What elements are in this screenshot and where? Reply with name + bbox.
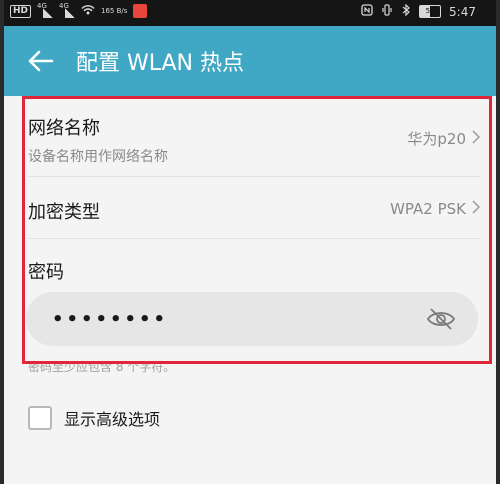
password-value: •••••••• [52, 308, 169, 330]
status-right: 50 5:47 [361, 3, 476, 19]
status-bar: HD 4G 4G 165 B/s 50 5:47 [4, 0, 496, 26]
phone-screen: HD 4G 4G 165 B/s 50 5:47 配置 WLAN 热点 网络名称… [4, 0, 496, 484]
network-speed: 165 B/s [101, 7, 128, 15]
page-title: 配置 WLAN 热点 [76, 51, 245, 76]
signal-icon: 4G [37, 2, 54, 18]
network-name-row[interactable]: 网络名称 设备名称用作网络名称 华为p20 [28, 114, 481, 174]
app-bar: 配置 WLAN 热点 [4, 26, 496, 96]
network-name-subtitle: 设备名称用作网络名称 [28, 149, 168, 165]
status-left: HD 4G 4G 165 B/s [10, 2, 148, 18]
encryption-value: WPA2 PSK [390, 200, 466, 218]
eye-off-icon[interactable] [426, 305, 456, 333]
vibrate-icon [381, 4, 393, 19]
battery-icon: 50 [419, 5, 442, 18]
divider [28, 176, 480, 177]
advanced-options-label: 显示高级选项 [64, 410, 161, 429]
network-name-value-wrap: 华为p20 [407, 128, 481, 149]
clock: 5:47 [449, 4, 476, 19]
advanced-options-row[interactable]: 显示高级选项 [28, 406, 160, 430]
network-name-value: 华为p20 [407, 130, 466, 148]
hotspot-icon [81, 4, 95, 18]
password-label-row: 密码 [28, 258, 480, 284]
hd-badge: HD [10, 4, 32, 18]
settings-content: 网络名称 设备名称用作网络名称 华为p20 加密类型 WPA2 PSK 密码 •… [4, 96, 496, 484]
signal-icon-2: 4G [59, 2, 76, 18]
divider [28, 238, 480, 239]
advanced-options-checkbox[interactable] [28, 406, 52, 430]
battery-level: 50 [425, 7, 435, 15]
chevron-right-icon [472, 200, 481, 218]
bluetooth-icon [401, 3, 411, 19]
encryption-row[interactable]: 加密类型 WPA2 PSK [28, 198, 481, 228]
password-hint: 密码至少应包含 8 个字符。 [28, 360, 176, 374]
password-input[interactable]: •••••••• [26, 292, 478, 346]
password-title: 密码 [28, 262, 64, 283]
nfc-icon [361, 4, 373, 19]
chevron-right-icon [472, 129, 481, 148]
notification-icon [133, 4, 148, 18]
back-arrow-icon[interactable] [22, 43, 58, 79]
encryption-value-wrap: WPA2 PSK [390, 200, 481, 218]
